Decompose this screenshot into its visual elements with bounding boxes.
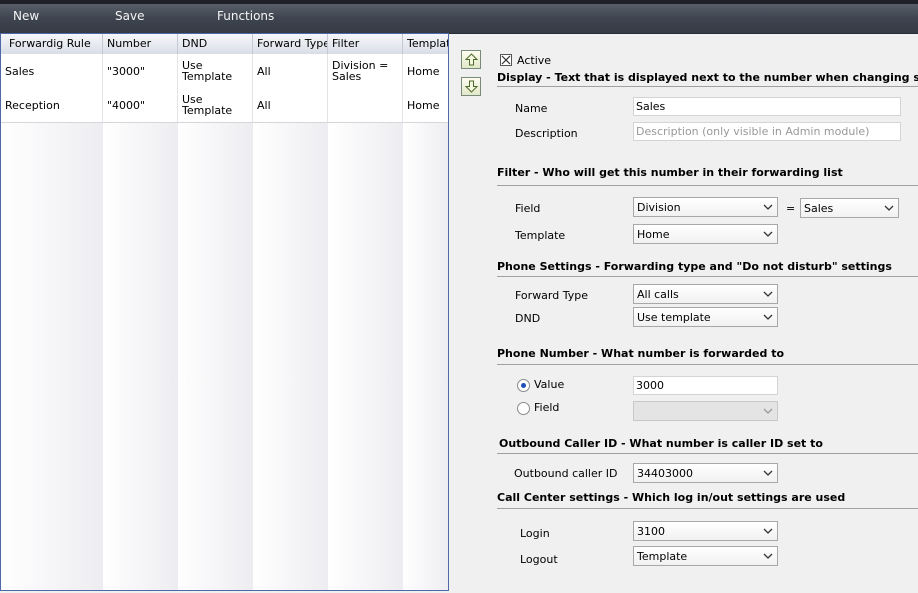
value-radio[interactable] [517,379,530,392]
cell-rule: Sales [1,54,103,88]
login-value: 3100 [637,525,665,538]
divider [497,185,918,186]
divider [497,86,918,87]
check-mark-icon [501,55,511,65]
grid-header: Forwardig Rule Number DND Forward Type F… [1,34,448,55]
description-input[interactable]: Description (only visible in Admin modul… [633,122,901,141]
chevron-down-icon [763,231,773,237]
chevron-down-icon [763,408,773,414]
dnd-label: DND [515,312,541,325]
cell-template: Home [403,54,448,88]
table-row[interactable]: Reception "4000" Use Template All Home [1,88,448,123]
call-center-section-header: Call Center settings - Which log in/out … [497,491,846,504]
caller-id-label: Outbound caller ID [514,467,618,480]
caller-id-value: 34403000 [637,467,693,480]
cell-filter: Division = Sales [328,54,403,88]
active-checkbox[interactable] [500,54,512,66]
forward-type-label: Forward Type [515,289,588,302]
logout-label: Logout [520,553,558,566]
divider [497,364,918,365]
chevron-down-icon [763,470,773,476]
filter-field-value: Division [637,201,681,214]
cell-rule: Reception [1,88,103,122]
field-radio-label: Field [534,401,560,414]
active-label: Active [517,54,552,67]
arrow-down-icon [465,80,478,93]
functions-button[interactable]: Functions [217,9,274,23]
divider [497,508,918,509]
column-header-number[interactable]: Number [103,34,178,54]
filter-section-header: Filter - Who will get this number in the… [497,166,843,179]
cell-dnd: Use Template [178,54,253,88]
dnd-dropdown[interactable]: Use template [633,307,778,327]
cell-filter [328,88,403,122]
divider [497,453,918,454]
chevron-down-icon [763,553,773,559]
filter-field-label: Field [515,202,541,215]
description-label: Description [515,127,578,140]
name-input[interactable]: Sales [633,97,901,116]
chevron-down-icon [763,204,773,210]
value-input[interactable]: 3000 [633,376,778,395]
chevron-down-icon [763,528,773,534]
filter-template-value: Home [637,228,670,241]
forwarding-rules-grid: Forwardig Rule Number DND Forward Type F… [0,33,449,591]
login-dropdown[interactable]: 3100 [633,521,778,541]
column-header-filter[interactable]: Filter [328,34,403,54]
cell-number: "3000" [103,54,178,88]
forward-type-dropdown[interactable]: All calls [633,284,778,304]
new-button[interactable]: New [13,9,39,23]
chevron-down-icon [763,314,773,320]
cell-template: Home [403,88,448,122]
filter-template-label: Template [515,229,566,242]
arrow-up-icon [465,53,478,66]
move-down-button[interactable] [461,77,481,96]
cell-number: "4000" [103,88,178,122]
chevron-down-icon [763,291,773,297]
chevron-down-icon [884,205,894,211]
caller-id-section-header: Outbound Caller ID - What number is call… [499,437,823,450]
filter-template-dropdown[interactable]: Home [633,224,778,244]
display-section-header: Display - Text that is displayed next to… [497,71,918,84]
cell-dnd: Use Template [178,88,253,122]
filter-value: Sales [804,202,834,215]
filter-value-dropdown[interactable]: Sales [800,198,899,218]
save-button[interactable]: Save [115,9,144,23]
divider [497,276,918,277]
forward-type-value: All calls [637,288,679,301]
column-header-dnd[interactable]: DND [178,34,253,54]
logout-value: Template [637,550,688,563]
field-radio[interactable] [517,402,530,415]
move-up-button[interactable] [461,50,481,69]
column-header-template[interactable]: Template [403,34,448,54]
equals-sign: = [786,202,796,215]
column-header-forward-type[interactable]: Forward Type [253,34,328,54]
rule-editor-panel: Active Display - Text that is displayed … [452,33,918,593]
login-label: Login [520,527,550,540]
toolbar: New Save Functions [0,0,918,34]
value-radio-label: Value [534,378,565,391]
dnd-value: Use template [637,311,711,324]
column-header-rule[interactable]: Forwardig Rule [1,34,103,54]
caller-id-dropdown[interactable]: 34403000 [633,463,778,483]
cell-forward-type: All [253,88,328,122]
filter-field-dropdown[interactable]: Division [633,197,778,217]
logout-dropdown[interactable]: Template [633,546,778,566]
name-label: Name [515,102,548,115]
table-row[interactable]: Sales "3000" Use Template All Division =… [1,54,448,89]
cell-forward-type: All [253,54,328,88]
number-field-dropdown[interactable] [633,401,778,421]
phone-settings-section-header: Phone Settings - Forwarding type and "Do… [497,260,892,273]
phone-number-section-header: Phone Number - What number is forwarded … [497,347,785,360]
